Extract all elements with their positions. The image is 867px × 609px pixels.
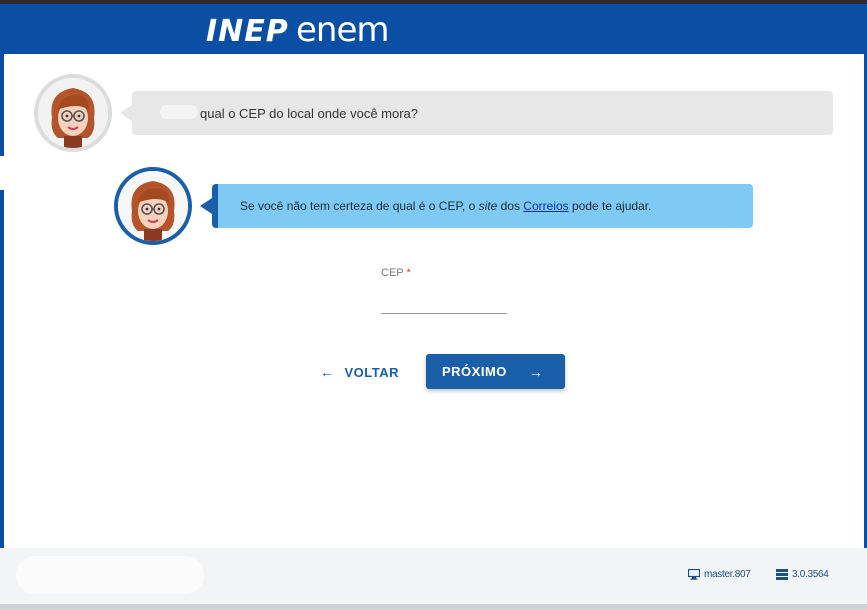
question-text: qual o CEP do local onde você mora?: [200, 106, 419, 121]
cep-input[interactable]: [381, 288, 507, 314]
hint-text-middle: dos: [497, 199, 524, 213]
cep-label: CEP *: [381, 267, 411, 279]
header-bar: INEP enem: [0, 4, 867, 54]
next-button-label: PRÓXIMO: [442, 364, 507, 379]
arrow-left-icon: ←: [320, 364, 335, 380]
assistant-avatar-image: [118, 171, 188, 241]
cep-label-text: CEP: [381, 267, 404, 279]
hint-text-end: pode te ajudar.: [568, 199, 652, 213]
hint-text-start: Se você não tem certeza de qual é o CEP,…: [240, 199, 479, 213]
left-frame-border-lower: [0, 190, 4, 548]
window-bottom-border: [0, 604, 867, 609]
arrow-right-icon: →: [528, 363, 544, 380]
assistant-avatar-image: [38, 78, 108, 148]
assistant-avatar: [34, 74, 112, 152]
version-info: 3.0.3564: [776, 569, 829, 580]
assistant-avatar-hint: [114, 167, 192, 245]
workstation-text: master.807: [704, 569, 751, 580]
inep-logo: INEP: [206, 14, 289, 49]
monitor-icon: [688, 569, 700, 580]
redacted-name: [160, 105, 198, 119]
footer-bar: master.807 3.0.3564: [0, 548, 867, 604]
hint-text-italic: site: [478, 199, 498, 213]
correios-link[interactable]: Correios: [523, 199, 568, 213]
next-button[interactable]: PRÓXIMO →: [426, 354, 565, 389]
back-button-label: VOLTAR: [344, 364, 400, 380]
hint-text: Se você não tem certeza de qual é o CEP,…: [240, 199, 651, 213]
back-button[interactable]: ← VOLTAR: [312, 358, 408, 386]
required-asterisk: *: [406, 267, 411, 279]
left-frame-border: [0, 54, 4, 156]
workstation-info: master.807: [688, 569, 751, 580]
hint-bubble: Se você não tem certeza de qual é o CEP,…: [200, 184, 753, 228]
server-icon: [776, 569, 788, 580]
question-bubble: qual o CEP do local onde você mora?: [120, 91, 833, 135]
redacted-footer-area: [16, 556, 204, 594]
enem-logo: enem: [296, 10, 390, 50]
version-text: 3.0.3564: [792, 569, 829, 580]
